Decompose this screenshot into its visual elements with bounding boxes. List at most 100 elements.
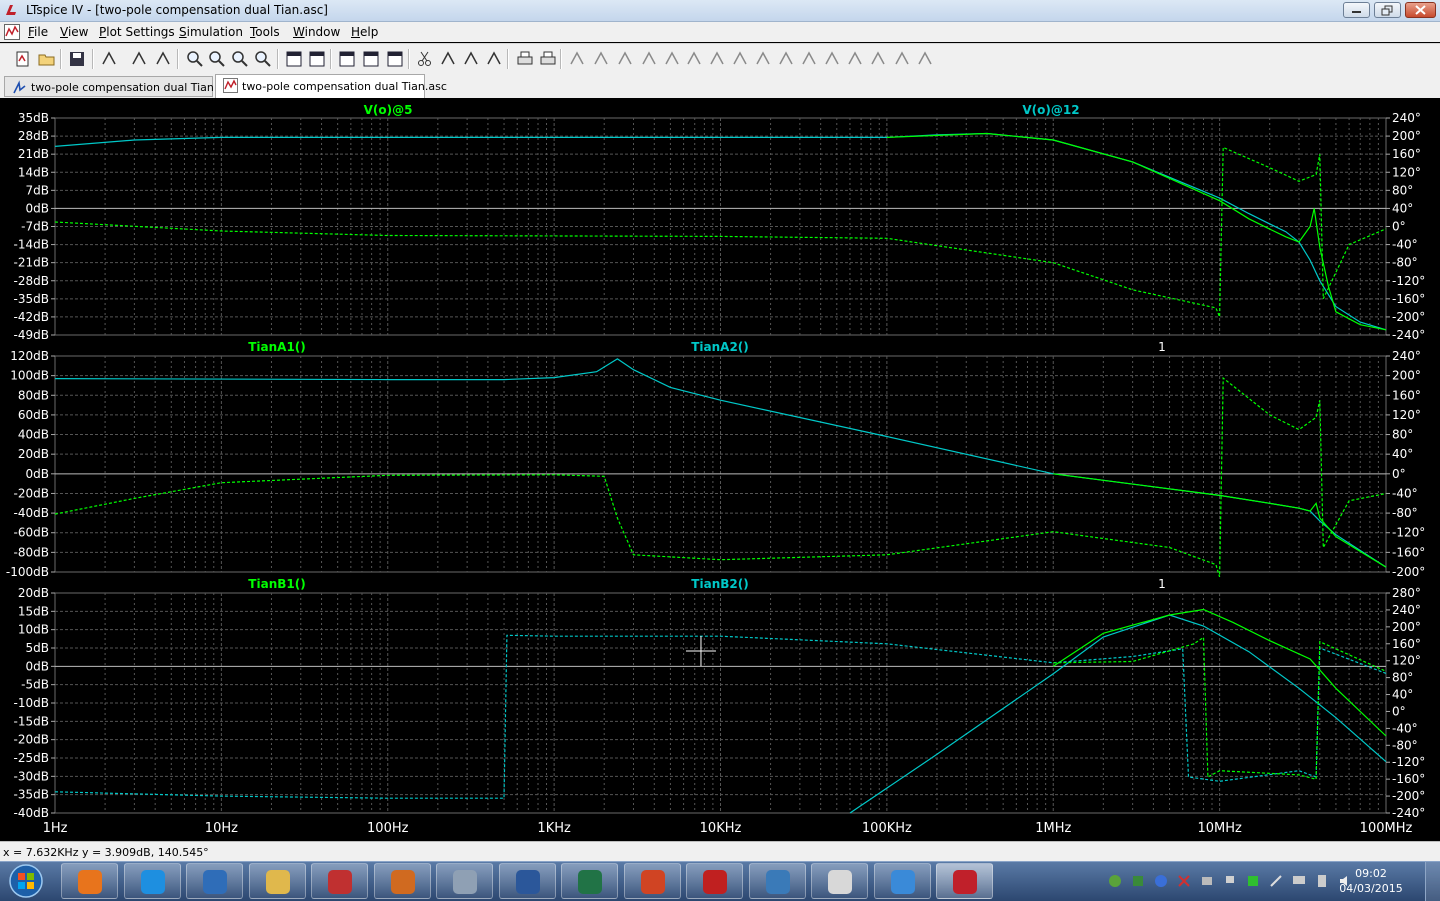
windows-update-taskbar-button[interactable] [873,863,931,899]
mirror-icon[interactable] [868,49,888,69]
y-tick-label-left: -100dB [6,565,49,579]
capacitor-icon[interactable] [662,49,682,69]
powerpoint-taskbar-button[interactable] [623,863,681,899]
zoom-out-icon[interactable] [230,49,250,69]
cut-icon[interactable] [415,49,435,69]
y-tick-label-left: 28dB [18,129,49,143]
matlab-taskbar-button[interactable] [373,863,431,899]
print-preview-icon[interactable] [515,49,535,69]
trace-label[interactable]: TianA1() [248,340,306,354]
waveform-window-icon[interactable] [4,24,20,40]
menu-plot-settings[interactable]: Plot Settings [99,25,175,39]
pan-icon[interactable] [153,49,173,69]
mouse-settings-taskbar-button[interactable] [811,863,868,899]
trace-label[interactable]: TianA2() [691,340,749,354]
run-icon[interactable] [129,49,149,69]
rotate-icon[interactable] [845,49,865,69]
tab-schematic[interactable]: two-pole compensation dual Tian.asc [4,76,236,97]
undo-icon[interactable] [799,49,819,69]
y-tick-label-right: 200° [1392,369,1421,383]
redo-icon[interactable] [822,49,842,69]
clock[interactable]: 09:02 04/03/2015 [1336,866,1406,896]
y-tick-label-right: 120° [1392,654,1421,668]
remote-desktop-taskbar-button[interactable] [748,863,806,899]
open-icon[interactable] [37,49,57,69]
word-taskbar-button[interactable] [498,863,556,899]
pdf-creator-taskbar-button[interactable] [311,863,368,899]
trace-label[interactable]: V(o)@12 [1022,103,1079,117]
title-bar: LTspice IV - [two-pole compensation dual… [0,0,1440,22]
tray-device-icon[interactable] [1200,874,1214,888]
ground-icon[interactable] [591,49,611,69]
print-icon[interactable] [538,49,558,69]
diode-icon[interactable] [707,49,727,69]
spice-directive-icon[interactable] [915,49,935,69]
menu-tools[interactable]: Tools [250,25,280,39]
drag-icon[interactable] [776,49,796,69]
thunderbird-taskbar-button[interactable] [186,863,243,899]
autorange-icon[interactable] [284,49,304,69]
restore-button[interactable] [1374,2,1401,18]
schematic-icon [13,80,26,94]
tray-security-icon[interactable] [1131,874,1145,888]
tools-taskbar-button[interactable] [436,863,493,899]
firefox-taskbar-button[interactable] [61,863,118,899]
menu-help[interactable]: Help [351,25,378,39]
minimize-button[interactable] [1343,2,1370,18]
zoom-area-icon[interactable] [207,49,227,69]
label-icon[interactable] [615,49,635,69]
new-schematic-icon[interactable] [13,49,33,69]
tray-connection-icon[interactable] [1269,874,1283,888]
close-button[interactable] [1405,2,1436,18]
menu-window[interactable]: Window [293,25,340,39]
copy-icon[interactable] [438,49,458,69]
internet-explorer-taskbar-button[interactable] [123,863,181,899]
y-tick-label-right: -160° [1392,292,1425,306]
component-icon[interactable] [730,49,750,69]
tray-pc-icon[interactable] [1315,874,1329,888]
grid-icon[interactable] [307,49,327,69]
move-icon[interactable] [753,49,773,69]
menu-simulation[interactable]: Simulation [179,25,243,39]
tray-alert-icon[interactable] [1177,874,1191,888]
y-tick-label-right: -120° [1392,755,1425,769]
save-icon[interactable] [67,49,87,69]
inductor-icon[interactable] [684,49,704,69]
control-panel-icon[interactable] [99,49,119,69]
y-tick-label-right: 200° [1392,620,1421,634]
tray-network-icon[interactable] [1108,874,1122,888]
x-tick-label: 10MHz [1197,821,1242,836]
ltspice-taskbar-button[interactable] [936,863,993,899]
cascade-icon[interactable] [361,49,381,69]
wire-icon[interactable] [567,49,587,69]
y-tick-label-left: -15dB [14,714,49,728]
start-button[interactable] [4,863,48,899]
y-tick-label-right: 80° [1392,428,1413,442]
y-tick-label-right: -40° [1392,721,1418,735]
x-tick-label: 1KHz [537,821,571,836]
star-app-taskbar-button[interactable] [686,863,743,899]
zoom-in-icon[interactable] [185,49,205,69]
menu-view[interactable]: View [60,25,88,39]
zoom-fit-icon[interactable] [253,49,273,69]
file-explorer-taskbar-button[interactable] [248,863,306,899]
tile-vertical-icon[interactable] [385,49,405,69]
waveform-plot[interactable]: 35dB 28dB 21dB 14dB 7dB 0dB -7dB -14dB -21dB -28d… [0,98,1440,841]
tab-waveform[interactable]: two-pole compensation dual Tian.asc [215,74,447,98]
tray-monitor-icon[interactable] [1292,874,1306,888]
tile-horizontal-icon[interactable] [337,49,357,69]
trace-label[interactable]: V(o)@5 [364,103,413,117]
menu-file[interactable]: File [28,25,48,39]
tray-flag-icon[interactable] [1223,874,1237,888]
excel-taskbar-button[interactable] [561,863,618,899]
resistor-icon[interactable] [639,49,659,69]
find-icon[interactable] [484,49,504,69]
tray-globe-icon[interactable] [1154,874,1168,888]
paste-icon[interactable] [461,49,481,69]
show-desktop-button[interactable] [1425,862,1440,901]
text-icon[interactable] [892,49,912,69]
trace-label[interactable]: TianB1() [248,577,305,591]
y-tick-label-left: -20dB [14,486,49,500]
tray-green-icon[interactable] [1246,874,1260,888]
trace-label[interactable]: TianB2() [691,577,748,591]
